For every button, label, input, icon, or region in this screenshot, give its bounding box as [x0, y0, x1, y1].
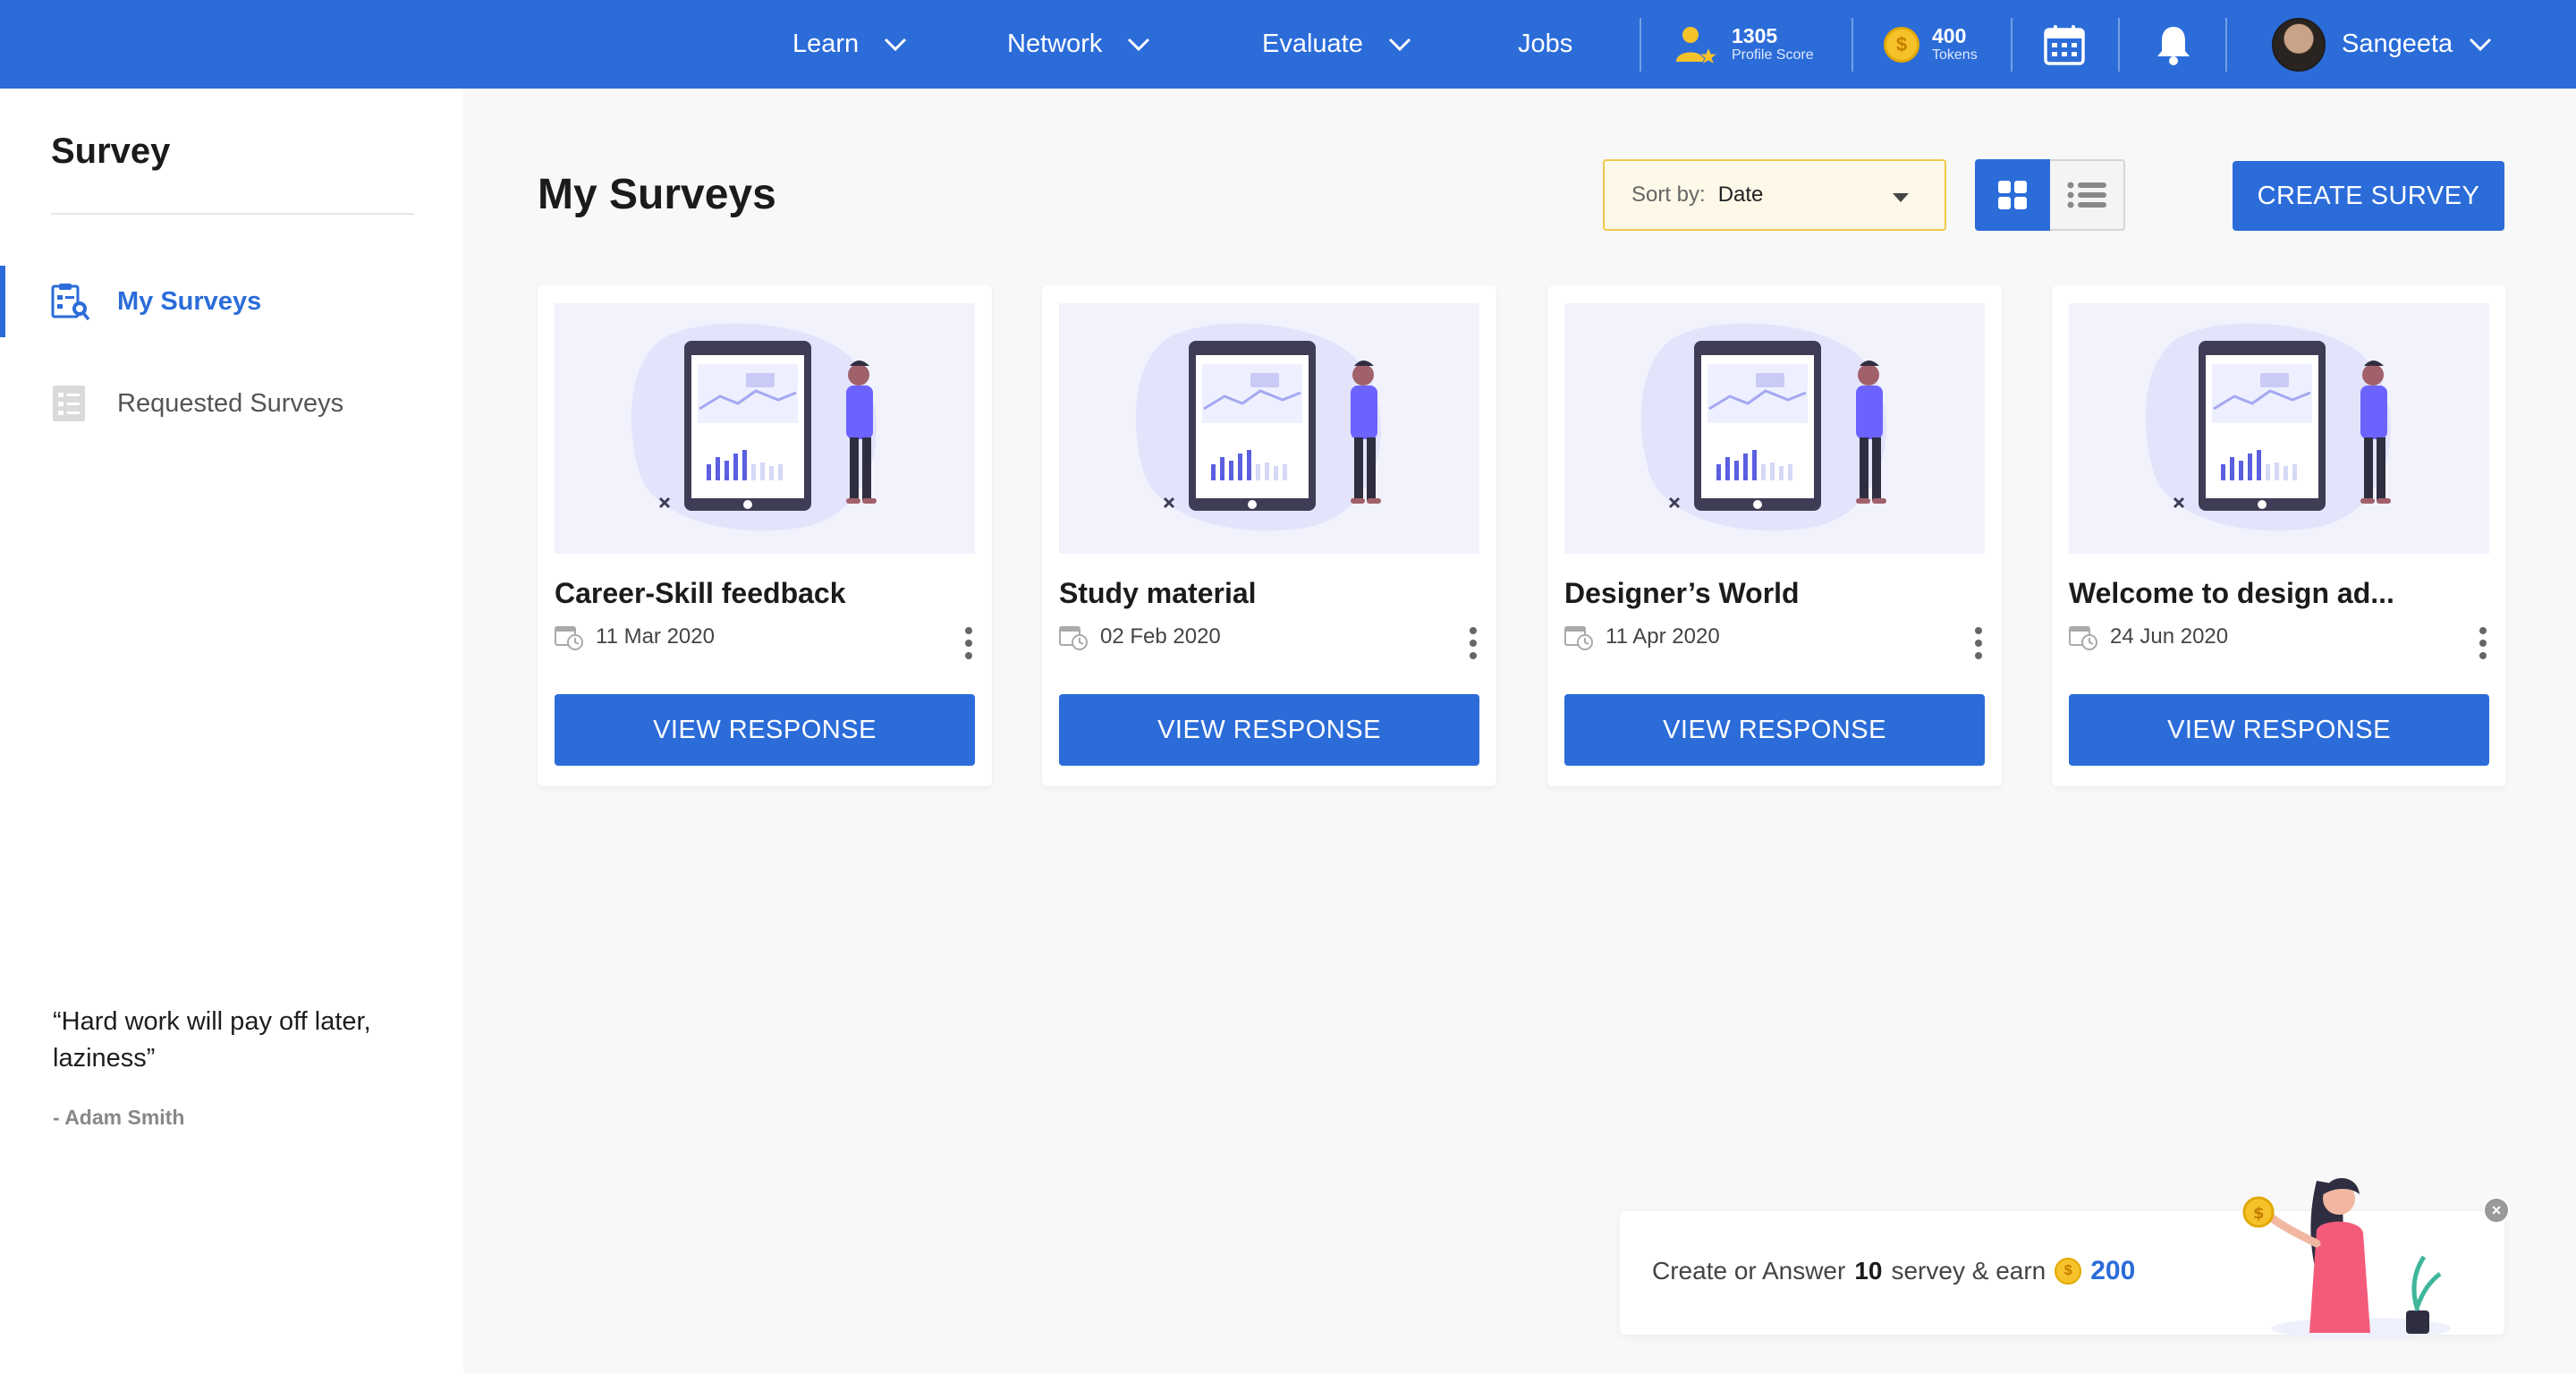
- survey-date: 02 Feb 2020: [1059, 623, 1221, 650]
- view-toggle: [1975, 159, 2125, 231]
- nav-learn-label: Learn: [792, 30, 860, 58]
- calendar-clock-icon: [2069, 626, 2097, 650]
- avatar: [2272, 17, 2326, 72]
- survey-date-text: 02 Feb 2020: [1100, 624, 1221, 649]
- nav-divider: [2011, 18, 2012, 72]
- survey-illustration: [2069, 303, 2489, 554]
- survey-title: Career-Skill feedback: [555, 577, 846, 609]
- survey-illustration: [555, 303, 975, 554]
- close-icon[interactable]: ×: [2483, 1197, 2510, 1224]
- svg-text:$: $: [2253, 1204, 2265, 1223]
- survey-search-icon: [51, 284, 90, 321]
- profile-score-label: Profile Score: [1732, 47, 1814, 64]
- chevron-down-icon: [2470, 38, 2492, 51]
- promo-text: Create or Answer 10 servey & earn $ 200: [1652, 1256, 2135, 1286]
- quote-text: “Hard work will pay off later, laziness”: [53, 1007, 371, 1073]
- nav-divider: [1640, 18, 1641, 72]
- sort-dropdown[interactable]: Sort by: Date: [1603, 159, 1946, 231]
- nav-learn[interactable]: Learn: [792, 0, 907, 89]
- nav-divider: [2225, 18, 2227, 72]
- calendar-clock-icon: [1564, 626, 1593, 650]
- sidebar-divider: [51, 213, 414, 215]
- quote-author: - Adam Smith: [53, 1106, 185, 1129]
- survey-card: Study material 02 Feb 2020 VIEW RESPONSE: [1042, 285, 1496, 786]
- tokens-value: 400: [1932, 24, 1967, 48]
- survey-illustration: [1059, 303, 1479, 554]
- nav-jobs[interactable]: Jobs: [1518, 0, 1572, 89]
- nav-evaluate[interactable]: Evaluate: [1262, 0, 1411, 89]
- promo-count: 10: [1854, 1257, 1883, 1285]
- nav-divider: [2118, 18, 2120, 72]
- list-view-button[interactable]: [2050, 159, 2125, 231]
- survey-date-text: 24 Jun 2020: [2110, 624, 2229, 649]
- sidebar-title: Survey: [51, 131, 171, 171]
- user-menu[interactable]: Sangeeta: [2272, 0, 2492, 89]
- survey-date-text: 11 Apr 2020: [1606, 624, 1720, 649]
- promo-text-prefix: Create or Answer: [1652, 1257, 1846, 1285]
- notifications-button[interactable]: [2147, 0, 2200, 89]
- page-title: My Surveys: [538, 171, 776, 218]
- grid-view-button[interactable]: [1975, 159, 2050, 231]
- survey-title: Welcome to design ad...: [2069, 577, 2394, 609]
- sidebar-item-requested-surveys[interactable]: Requested Surveys: [0, 368, 463, 439]
- calendar-icon: [2044, 24, 2085, 65]
- calendar-clock-icon: [1059, 626, 1088, 650]
- survey-card: Designer’s World 11 Apr 2020 VIEW RESPON…: [1547, 285, 2002, 786]
- caret-down-icon: [1893, 193, 1909, 202]
- survey-title: Designer’s World: [1564, 577, 1800, 609]
- profile-score-icon: [1676, 26, 1719, 65]
- tokens-label: Tokens: [1932, 47, 1978, 64]
- nav-divider: [1852, 18, 1853, 72]
- more-options-icon[interactable]: [2478, 627, 2488, 659]
- survey-date: 11 Mar 2020: [555, 623, 715, 650]
- more-options-icon[interactable]: [1468, 627, 1479, 659]
- chevron-down-icon: [1128, 38, 1150, 51]
- tokens[interactable]: $ 400 Tokens: [1884, 0, 1978, 89]
- sidebar-item-label: Requested Surveys: [117, 388, 344, 418]
- profile-score-value: 1305: [1732, 24, 1778, 48]
- survey-card: Welcome to design ad... 24 Jun 2020 VIEW…: [2052, 285, 2506, 786]
- list-icon: [2067, 182, 2106, 208]
- bell-icon: [2157, 26, 2190, 65]
- woman-holding-coin-illustration: $: [2242, 1177, 2451, 1339]
- coin-icon: $: [2055, 1258, 2082, 1285]
- survey-date: 24 Jun 2020: [2069, 623, 2228, 650]
- coin-icon: $: [1884, 26, 1919, 63]
- view-response-button[interactable]: VIEW RESPONSE: [2069, 694, 2489, 766]
- survey-title: Study material: [1059, 577, 1257, 609]
- survey-date-text: 11 Mar 2020: [596, 624, 715, 649]
- calendar-button[interactable]: [2039, 0, 2089, 89]
- nav-network-label: Network: [1007, 30, 1103, 58]
- sort-label: Sort by:: [1631, 182, 1706, 207]
- grid-icon: [1998, 181, 2027, 209]
- view-response-button[interactable]: VIEW RESPONSE: [555, 694, 975, 766]
- profile-score[interactable]: 1305 Profile Score: [1673, 0, 1814, 89]
- create-survey-button[interactable]: CREATE SURVEY: [2233, 161, 2504, 231]
- top-nav: Learn Network Evaluate Jobs 1305 Profile…: [0, 0, 2576, 89]
- survey-card: Career-Skill feedback 11 Mar 2020 VIEW R…: [538, 285, 992, 786]
- nav-evaluate-label: Evaluate: [1262, 30, 1363, 58]
- survey-date: 11 Apr 2020: [1564, 623, 1720, 650]
- chevron-down-icon: [1388, 38, 1411, 51]
- more-options-icon[interactable]: [1973, 627, 1984, 659]
- sidebar-item-my-surveys[interactable]: My Surveys: [0, 266, 463, 337]
- promo-amount: 200: [2090, 1256, 2136, 1285]
- calendar-clock-icon: [555, 626, 583, 650]
- view-response-button[interactable]: VIEW RESPONSE: [1059, 694, 1479, 766]
- nav-jobs-label: Jobs: [1518, 30, 1573, 58]
- survey-illustration: [1564, 303, 1985, 554]
- more-options-icon[interactable]: [963, 627, 974, 659]
- sort-value: Date: [1717, 182, 1764, 207]
- promo-text-suffix: servey & earn: [1891, 1257, 2046, 1285]
- chevron-down-icon: [885, 38, 907, 51]
- user-name: Sangeeta: [2342, 30, 2453, 58]
- survey-list-icon: [53, 386, 85, 421]
- nav-network[interactable]: Network: [1007, 0, 1150, 89]
- sidebar-item-label: My Surveys: [117, 286, 262, 316]
- sidebar: Survey My Surveys Requested Surveys “Har…: [0, 89, 463, 1374]
- view-response-button[interactable]: VIEW RESPONSE: [1564, 694, 1985, 766]
